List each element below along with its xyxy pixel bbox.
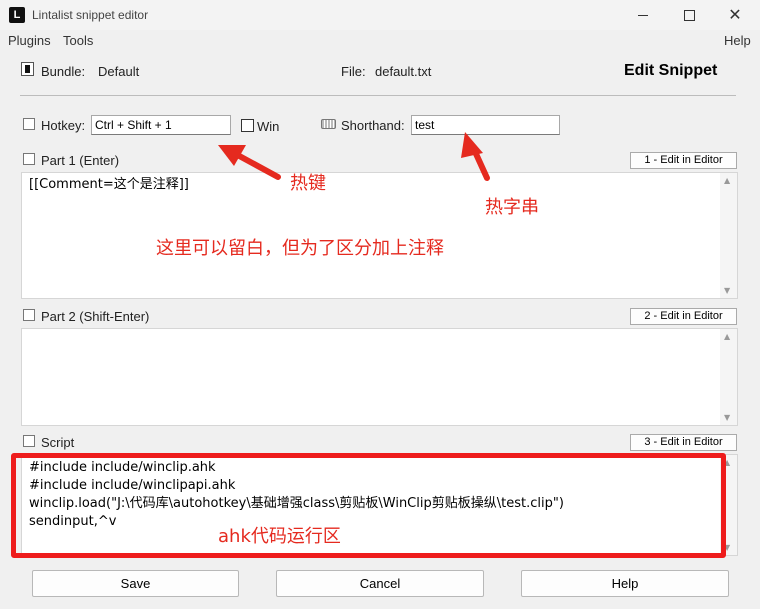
annotation-arrows	[218, 132, 490, 181]
annotation-script-area: ahk代码运行区	[218, 526, 341, 547]
arrow-icon	[461, 132, 490, 181]
annotation-shorthand: 热字串	[485, 197, 539, 218]
arrow-icon	[218, 145, 281, 180]
annotation-hotkey: 热键	[290, 173, 326, 194]
annotation-part1-note: 这里可以留白，但为了区分加上注释	[156, 238, 444, 259]
